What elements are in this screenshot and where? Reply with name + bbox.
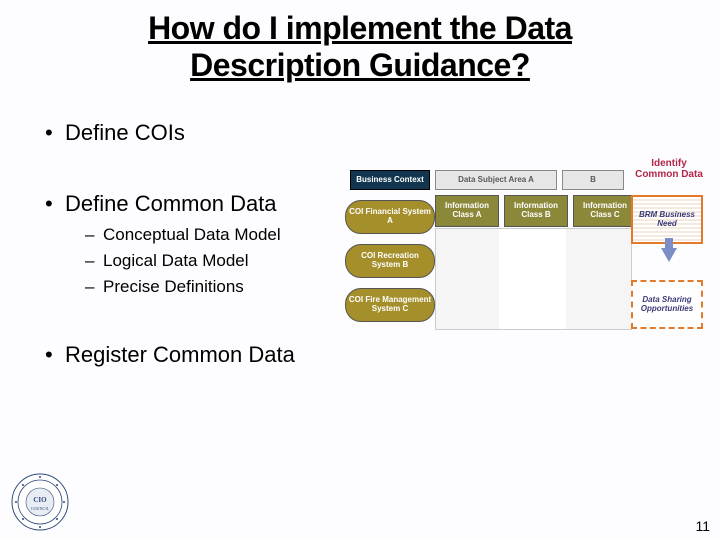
body-text: •Define COIs •Define Common Data –Concep… [45, 120, 345, 368]
page-number: 11 [695, 518, 710, 534]
svg-text:CIO: CIO [33, 496, 47, 504]
brm-business-need-box: BRM Business Need [631, 195, 703, 244]
bullet-2-text: Define Common Data [65, 191, 277, 216]
title-line-1: How do I implement the Data [148, 10, 572, 46]
sub-bullet-1-text: Conceptual Data Model [103, 225, 281, 244]
svg-text:COUNCIL: COUNCIL [31, 506, 50, 511]
sub-bullet-2-text: Logical Data Model [103, 251, 249, 270]
business-context-box: Business Context [350, 170, 430, 190]
cio-council-logo: CIO COUNCIL [10, 472, 70, 532]
subject-area-b: B [562, 170, 624, 190]
sub-bullet-2: –Logical Data Model [85, 251, 345, 271]
info-class-a: Information Class A [435, 195, 499, 227]
coi-box-c: COI Fire Management System C [345, 288, 435, 322]
data-model-diagram: Business Context Data Subject Area A B I… [345, 170, 705, 380]
coi-column: COI Financial System A COI Recreation Sy… [345, 200, 435, 332]
bullet-3-text: Register Common Data [65, 342, 295, 367]
info-class-row: Information Class A Information Class B … [435, 195, 637, 227]
arrow-down-icon-head [661, 248, 677, 262]
identify-common-data-label: Identify Common Data [633, 158, 705, 180]
slide: How do I implement the Data Description … [0, 0, 720, 540]
coi-box-b: COI Recreation System B [345, 244, 435, 278]
bullet-1: •Define COIs [45, 120, 345, 146]
bullet-3: •Register Common Data [45, 342, 345, 368]
sub-bullet-1: –Conceptual Data Model [85, 225, 345, 245]
bullet-2: •Define Common Data [45, 191, 345, 217]
info-class-c: Information Class C [573, 195, 637, 227]
diagram-grid [435, 228, 632, 330]
data-sharing-opportunities-box: Data Sharing Opportunities [631, 280, 703, 329]
sub-bullet-3: –Precise Definitions [85, 277, 345, 297]
bullet-1-text: Define COIs [65, 120, 185, 145]
info-class-b: Information Class B [504, 195, 568, 227]
title-line-2: Description Guidance? [190, 47, 530, 83]
slide-title: How do I implement the Data Description … [0, 10, 720, 84]
subject-area-a: Data Subject Area A [435, 170, 557, 190]
subject-area-row: Data Subject Area A B [435, 170, 624, 190]
coi-box-a: COI Financial System A [345, 200, 435, 234]
sub-bullet-3-text: Precise Definitions [103, 277, 244, 296]
